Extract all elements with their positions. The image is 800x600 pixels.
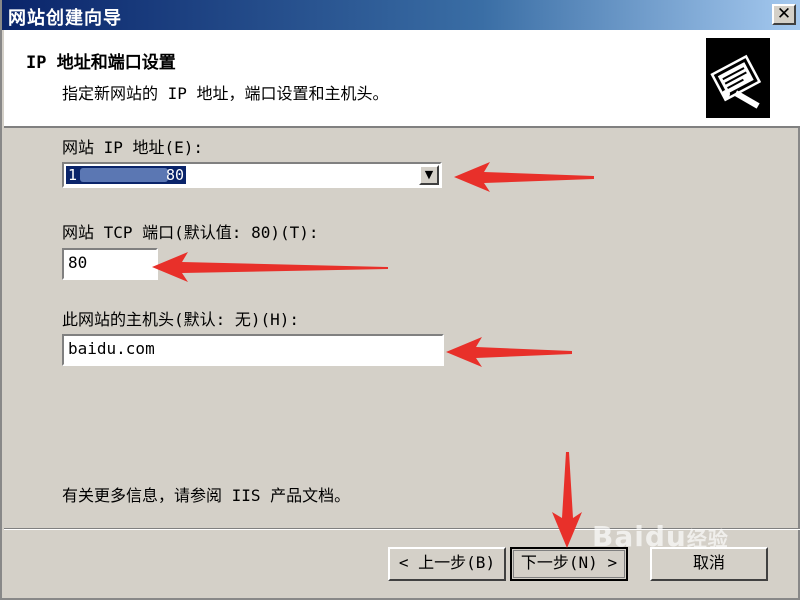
ip-address-select[interactable]: 1 80 ▼ bbox=[62, 162, 442, 188]
tcp-port-label: 网站 TCP 端口(默认值: 80)(T): bbox=[62, 223, 319, 242]
watermark-brand: Baidu bbox=[592, 520, 687, 553]
host-header-input[interactable]: baidu.com bbox=[62, 334, 444, 366]
window-title: 网站创建向导 bbox=[8, 8, 122, 29]
ip-address-value-start: 1 bbox=[68, 166, 78, 184]
annotation-arrow-ip bbox=[454, 162, 594, 192]
wizard-book-icon bbox=[706, 38, 770, 118]
baidu-watermark: Baidu经验 bbox=[592, 520, 729, 553]
watermark-text: 经验 bbox=[686, 527, 729, 551]
dropdown-button[interactable]: ▼ bbox=[419, 165, 439, 185]
annotation-arrow-next bbox=[552, 452, 582, 548]
ip-address-selection: 1 80 bbox=[66, 166, 186, 184]
annotation-arrow-host bbox=[446, 337, 572, 367]
close-icon: ✕ bbox=[776, 4, 792, 24]
page-title: IP 地址和端口设置 bbox=[26, 53, 176, 73]
info-text: 有关更多信息，请参阅 IIS 产品文档。 bbox=[62, 486, 351, 505]
title-bar: 网站创建向导 ✕ bbox=[2, 0, 800, 30]
page-subtitle: 指定新网站的 IP 地址，端口设置和主机头。 bbox=[62, 84, 389, 103]
close-button[interactable]: ✕ bbox=[772, 4, 796, 25]
ip-address-label: 网站 IP 地址(E): bbox=[62, 138, 204, 157]
annotation-arrow-port bbox=[152, 252, 388, 282]
tcp-port-input[interactable]: 80 bbox=[62, 248, 158, 280]
wizard-window: 网站创建向导 ✕ IP 地址和端口设置 指定新网站的 IP 地址，端口设置和主机… bbox=[0, 0, 800, 600]
ip-address-redaction bbox=[80, 168, 168, 182]
wizard-header: IP 地址和端口设置 指定新网站的 IP 地址，端口设置和主机头。 bbox=[4, 30, 800, 128]
chevron-down-icon: ▼ bbox=[424, 168, 434, 181]
host-header-label: 此网站的主机头(默认: 无)(H): bbox=[62, 310, 300, 329]
back-button[interactable]: < 上一步(B) bbox=[388, 547, 506, 581]
ip-address-value-end: 80 bbox=[166, 166, 185, 184]
